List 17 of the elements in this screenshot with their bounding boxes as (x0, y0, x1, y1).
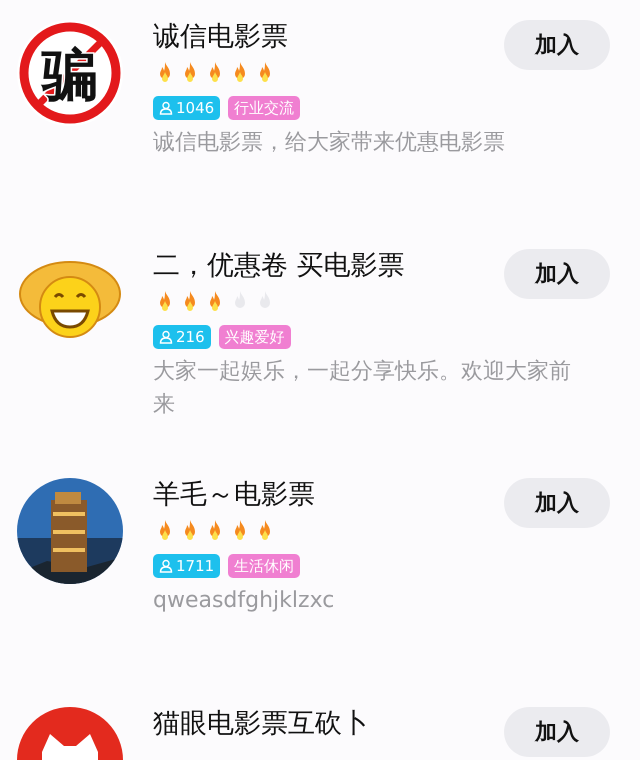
category-tag: 兴趣爱好 (218, 325, 291, 349)
category-tag: 生活休闲 (228, 554, 300, 578)
member-count-badge: 1711 (153, 554, 220, 578)
group-description: 诚信电影票，给大家带来优惠电影票 (153, 129, 506, 157)
join-button[interactable]: 加入 (504, 707, 610, 757)
group-name: 诚信电影票 (153, 20, 288, 54)
member-count-badge: 1046 (153, 96, 220, 120)
join-button[interactable]: 加入 (504, 249, 610, 299)
group-description: 大家一起娱乐，一起分享快乐。欢迎大家前来 (153, 358, 572, 419)
group-name: 猫眼电影票互砍卜 (153, 707, 369, 741)
group-name: 羊毛～电影票 (153, 478, 315, 512)
member-count-badge: 216 (153, 325, 211, 349)
join-button[interactable]: 加入 (504, 478, 610, 528)
join-button[interactable]: 加入 (504, 20, 610, 70)
group-name: 二，优惠卷 买电影票 (153, 249, 405, 283)
group-description: qweasdfghjklzxc (153, 587, 336, 615)
category-tag: 行业交流 (228, 96, 300, 120)
